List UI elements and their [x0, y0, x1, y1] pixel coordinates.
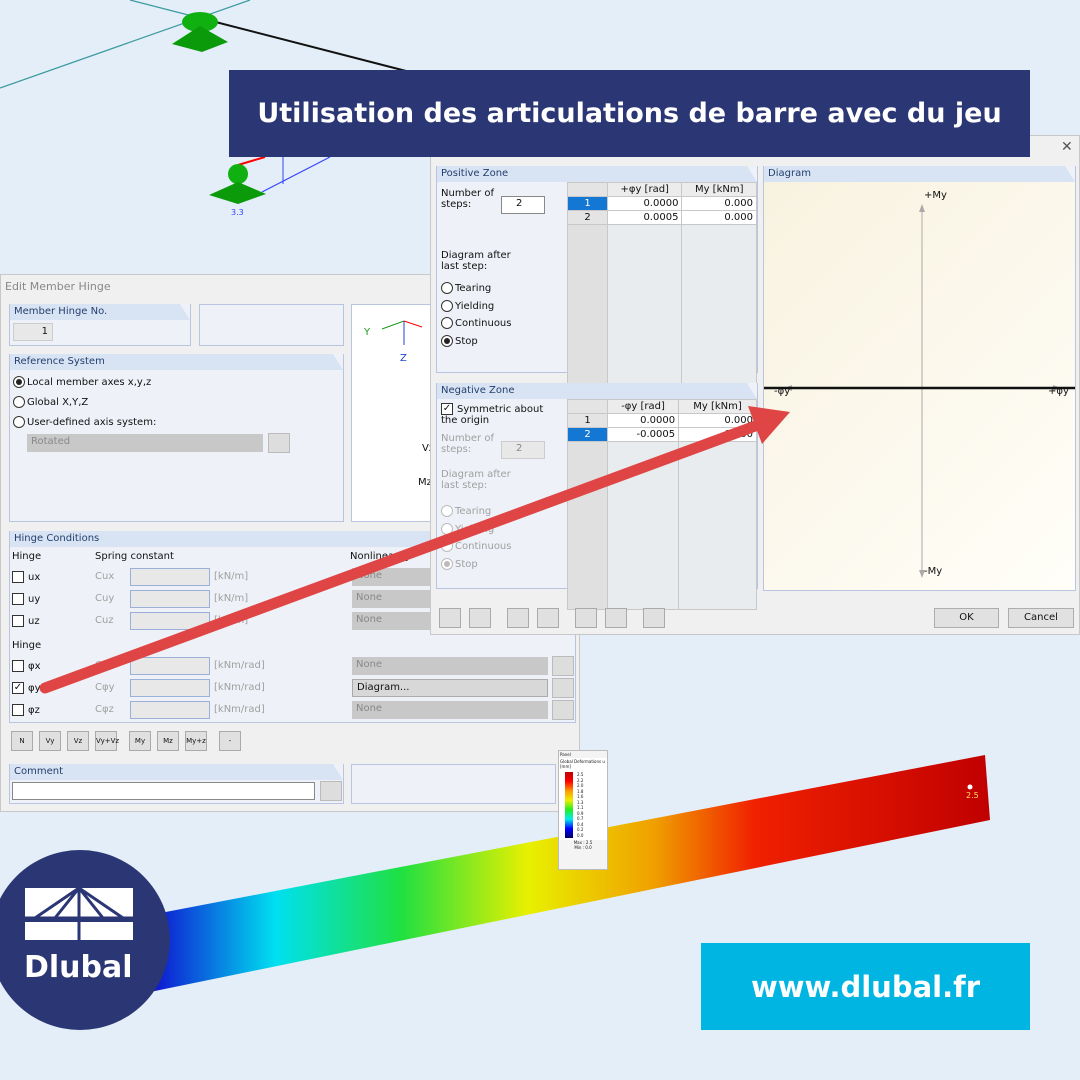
website-url: www.dlubal.fr	[750, 969, 981, 1004]
website-link[interactable]: www.dlubal.fr	[701, 943, 1030, 1030]
color-scale	[565, 772, 573, 838]
title-banner: Utilisation des articulations de barre a…	[229, 70, 1030, 157]
scale-tick: 0.2	[577, 827, 584, 832]
scale-tick: 2.0	[577, 783, 584, 788]
scale-tick: 0.0	[577, 832, 584, 838]
scale-tick: 1.1	[577, 805, 584, 810]
panel-subtitle: Global Deformations u [mm]	[559, 758, 607, 770]
bridge-icon	[25, 888, 133, 940]
panel-title: Panel	[560, 752, 571, 757]
banner-title: Utilisation des articulations de barre a…	[257, 98, 1002, 129]
scale-tick: 1.6	[577, 794, 584, 799]
scale-tick: 0.7	[577, 816, 584, 821]
logo-text: Dlubal	[24, 950, 133, 985]
scale-tick: 2.5	[577, 772, 584, 777]
panel-min: Min : 0.0	[574, 845, 592, 850]
result-panel: Panel Global Deformations u [mm] 2.5 2.2 2…	[558, 750, 608, 870]
